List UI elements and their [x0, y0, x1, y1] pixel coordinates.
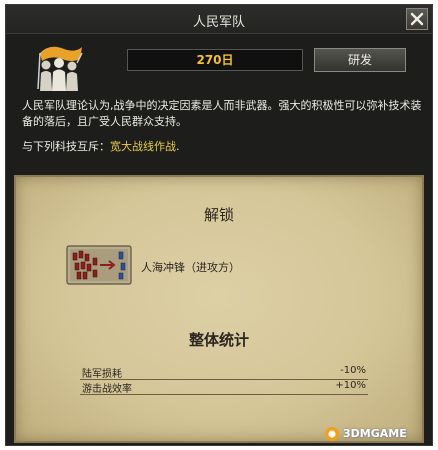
unlock-heading: 解锁: [203, 206, 234, 224]
unlock-item-label: 人海冲锋（进攻方）: [141, 261, 240, 274]
stat-row: 陆军损耗 -10%: [80, 365, 368, 380]
details-parchment: 解锁 人海冲锋（进攻方） 整体统计 陆军损耗 -10% 游击战效率 +10% 3…: [14, 175, 424, 443]
window-title: 人民军队: [192, 15, 245, 30]
research-button[interactable]: 研发: [314, 48, 406, 72]
stat-label: 游击战效率: [82, 384, 132, 395]
tech-window: 人民军队 270日 研发 人民军队理论认为,战争中的决定因素是人而非武器。强大的…: [5, 4, 433, 446]
exclusive-label: 与下列科技互斥：: [22, 140, 110, 153]
title-bar: 人民军队: [6, 5, 432, 34]
research-days-display: 270日: [127, 49, 303, 71]
screenshot-frame: 人民军队 270日 研发 人民军队理论认为,战争中的决定因素是人而非武器。强大的…: [0, 0, 438, 450]
stat-row: 游击战效率 +10%: [80, 380, 368, 395]
stat-label: 陆军损耗: [82, 369, 122, 380]
watermark-text: 3DMGAME: [343, 427, 407, 440]
human-wave-icon[interactable]: [66, 245, 132, 285]
tech-description: 人民军队理论认为,战争中的决定因素是人而非武器。强大的积极性可以弥补技术装备的落…: [22, 99, 422, 128]
close-button[interactable]: [406, 8, 428, 30]
exclusive-tech-link[interactable]: 宽大战线作战: [110, 140, 176, 153]
exclusive-suffix: .: [176, 140, 180, 153]
stats-heading: 整体统计: [188, 331, 249, 349]
people-army-icon: [37, 46, 83, 91]
watermark: 3DMGAME: [323, 426, 419, 442]
3dm-logo-icon: [325, 427, 339, 441]
exclusive-line: 与下列科技互斥：宽大战线作战.: [22, 139, 422, 155]
stat-value: -10%: [340, 365, 366, 376]
close-icon: [410, 12, 424, 26]
stat-value: +10%: [335, 380, 366, 391]
